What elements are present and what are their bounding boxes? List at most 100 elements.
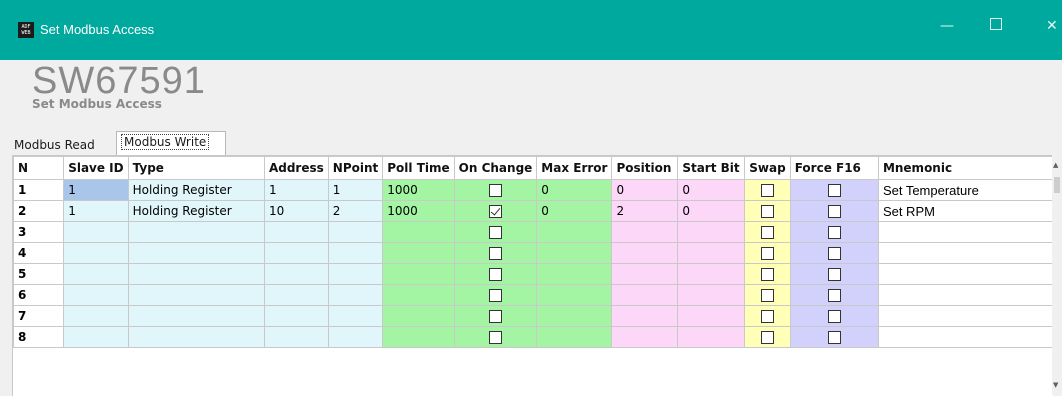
col-header-start-bit[interactable]: Start Bit [677,156,746,180]
force-f16-checkbox[interactable] [827,205,841,218]
cell-npoint[interactable] [327,263,384,285]
cell-slave-id[interactable]: 1 [63,179,129,201]
col-header-n[interactable]: N [13,156,65,180]
cell-type[interactable] [127,305,265,327]
cell-mnemonic[interactable] [877,284,1053,306]
cell-type[interactable]: Holding Register [127,179,265,201]
cell-max-error[interactable] [536,326,613,348]
cell-max-error[interactable] [536,284,613,306]
cell-mnemonic[interactable]: Set RPM [877,200,1053,222]
on-change-checkbox[interactable] [488,226,502,239]
on-change-checkbox[interactable] [488,184,502,197]
swap-checkbox[interactable] [760,289,774,302]
cell-npoint[interactable]: 2 [327,200,384,222]
cell-swap[interactable] [744,242,791,264]
table-row[interactable]: 4 [13,242,1053,264]
cell-address[interactable] [263,263,329,285]
cell-slave-id[interactable] [63,284,129,306]
cell-start-bit[interactable] [677,284,746,306]
force-f16-checkbox[interactable] [827,226,841,239]
col-header-poll-time[interactable]: Poll Time [382,156,455,180]
cell-slave-id[interactable] [63,242,129,264]
table-row[interactable]: 8 [13,326,1053,348]
cell-address[interactable] [263,326,329,348]
cell-on-change[interactable] [453,284,538,306]
cell-position[interactable] [611,305,679,327]
cell-swap[interactable] [744,179,791,201]
swap-checkbox[interactable] [760,226,774,239]
cell-mnemonic[interactable] [877,221,1053,243]
swap-checkbox[interactable] [760,331,774,344]
cell-poll-time[interactable] [382,221,455,243]
cell-start-bit[interactable]: 0 [677,200,746,222]
cell-address[interactable] [263,305,329,327]
cell-swap[interactable] [744,305,791,327]
table-row[interactable]: 3 [13,221,1053,243]
cell-type[interactable]: Holding Register [127,200,265,222]
cell-position[interactable] [611,242,679,264]
cell-max-error[interactable]: 0 [536,179,613,201]
cell-npoint[interactable] [327,284,384,306]
force-f16-checkbox[interactable] [827,310,841,323]
cell-start-bit[interactable] [677,326,746,348]
cell-force-f16[interactable] [789,263,879,285]
cell-max-error[interactable] [536,221,613,243]
swap-checkbox[interactable] [760,205,774,218]
cell-force-f16[interactable] [789,221,879,243]
cell-npoint[interactable] [327,326,384,348]
cell-mnemonic[interactable] [877,326,1053,348]
scroll-down-icon[interactable]: ▼ [1053,381,1058,389]
table-row[interactable]: 7 [13,305,1053,327]
cell-slave-id[interactable] [63,305,129,327]
cell-poll-time[interactable] [382,242,455,264]
cell-force-f16[interactable] [789,326,879,348]
cell-start-bit[interactable] [677,221,746,243]
col-header-address[interactable]: Address [263,156,329,180]
col-header-force-f16[interactable]: Force F16 [789,156,879,180]
tab-modbus-read[interactable]: Modbus Read [10,135,115,155]
force-f16-checkbox[interactable] [827,331,841,344]
cell-address[interactable]: 1 [263,179,329,201]
scroll-thumb[interactable] [1054,177,1060,193]
col-header-npoint[interactable]: NPoint [327,156,384,180]
cell-poll-time[interactable] [382,326,455,348]
cell-npoint[interactable]: 1 [327,179,384,201]
cell-start-bit[interactable] [677,242,746,264]
cell-address[interactable]: 10 [263,200,329,222]
cell-slave-id[interactable] [63,221,129,243]
cell-max-error[interactable]: 0 [536,200,613,222]
cell-position[interactable] [611,284,679,306]
tab-modbus-write[interactable]: Modbus Write [116,131,226,155]
cell-npoint[interactable] [327,242,384,264]
col-header-max-error[interactable]: Max Error [536,156,613,180]
cell-max-error[interactable] [536,263,613,285]
cell-mnemonic[interactable] [877,242,1053,264]
on-change-checkbox[interactable] [488,205,502,218]
on-change-checkbox[interactable] [488,310,502,323]
cell-on-change[interactable] [453,200,538,222]
cell-poll-time[interactable]: 1000 [382,179,455,201]
cell-mnemonic[interactable] [877,263,1053,285]
cell-force-f16[interactable] [789,179,879,201]
cell-on-change[interactable] [453,263,538,285]
table-row[interactable]: 6 [13,284,1053,306]
cell-position[interactable]: 0 [611,179,679,201]
swap-checkbox[interactable] [760,268,774,281]
cell-address[interactable] [263,221,329,243]
table-row[interactable]: 1 1 Holding Register 1 1 1000 0 0 0 Set Temperatu… [13,179,1053,201]
force-f16-checkbox[interactable] [827,247,841,260]
col-header-mnemonic[interactable]: Mnemonic [877,156,1053,180]
cell-poll-time[interactable] [382,284,455,306]
cell-start-bit[interactable] [677,263,746,285]
cell-on-change[interactable] [453,242,538,264]
on-change-checkbox[interactable] [488,289,502,302]
cell-slave-id[interactable]: 1 [63,200,129,222]
cell-swap[interactable] [744,221,791,243]
cell-max-error[interactable] [536,242,613,264]
force-f16-checkbox[interactable] [827,289,841,302]
scroll-up-icon[interactable]: ▲ [1053,161,1058,169]
cell-slave-id[interactable] [63,263,129,285]
cell-swap[interactable] [744,326,791,348]
cell-force-f16[interactable] [789,305,879,327]
cell-poll-time[interactable] [382,305,455,327]
